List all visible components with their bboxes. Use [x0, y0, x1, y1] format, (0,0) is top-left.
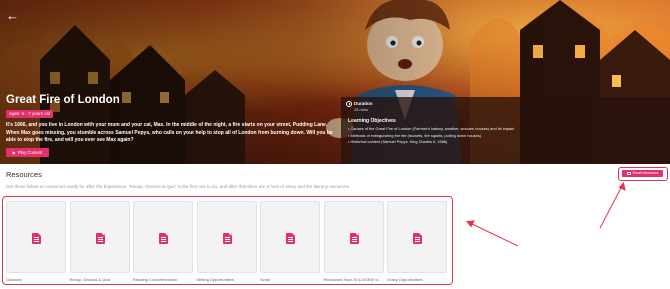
resource-card-oracy[interactable]: Oracy Opportunities — [387, 201, 447, 287]
document-icon — [286, 233, 295, 244]
document-icon — [95, 233, 105, 244]
age-badge: Ages: 5 - 7 years old — [6, 110, 54, 118]
document-icon — [222, 233, 232, 244]
arrowhead-icon — [466, 220, 475, 228]
arrowhead-icon — [618, 181, 626, 191]
clock-icon — [346, 101, 352, 107]
resource-card-label: Glossary — [6, 277, 22, 282]
back-arrow-icon[interactable]: ← — [6, 9, 20, 23]
resource-card-script[interactable]: Script — [260, 201, 320, 287]
resource-card-howto[interactable]: Resources How-To & NSEW vi... — [323, 201, 384, 287]
email-resources-highlight: Email resources — [618, 167, 668, 181]
hero-banner: ← Great Fire of London Ages: 5 - 7 years… — [0, 0, 670, 164]
duration-label: Duration — [354, 101, 373, 106]
play-content-button[interactable]: ▶ Play Content — [6, 148, 49, 157]
resource-card-label: Reading Comprehension — [133, 277, 178, 282]
resource-card-label: Oracy Opportunities — [387, 277, 423, 282]
play-content-label: Play Content — [17, 150, 43, 155]
page-title: Great Fire of London — [6, 94, 120, 106]
objective-item: Causes of the Great Fire of London (Farr… — [348, 126, 514, 133]
duration-value: 25 mins — [354, 107, 369, 112]
document-icon — [413, 233, 422, 244]
resource-card-recap[interactable]: Recap, Discuss & Quiz — [69, 201, 130, 287]
learning-objectives-title: Learning Objectives — [348, 118, 396, 124]
document-icon — [159, 233, 168, 244]
play-icon: ▶ — [12, 150, 16, 155]
objective-item: Historical context (Samuel Pepys, King C… — [348, 139, 514, 146]
resource-card-label: Writing Opportunities — [196, 277, 234, 282]
document-icon — [349, 233, 359, 244]
email-resources-button[interactable]: Email resources — [622, 170, 663, 177]
arrow-to-email-button — [599, 185, 623, 229]
resource-card-label: Script — [260, 277, 271, 282]
resource-card-writing[interactable]: Writing Opportunities — [196, 201, 257, 287]
resource-card-label: Recap, Discuss & Quiz — [69, 277, 111, 282]
resource-card-glossary[interactable]: Glossary — [6, 201, 66, 287]
resource-card-label: Resources How-To & NSEW vi... — [323, 277, 382, 282]
resources-subtitle: Get these follow-on resources ready for … — [6, 184, 351, 189]
resources-heading: Resources — [6, 170, 42, 179]
arrow-to-resources — [469, 222, 519, 247]
mail-icon — [626, 172, 631, 175]
info-panel: Duration 25 mins Learning Objectives Cau… — [341, 97, 670, 164]
resource-card-reading[interactable]: Reading Comprehension — [133, 201, 193, 287]
experience-description: It's 1666, and you live in London with y… — [6, 122, 333, 144]
learning-objectives-list: Causes of the Great Fire of London (Farr… — [348, 126, 514, 146]
document-icon — [32, 233, 41, 244]
email-resources-label: Email resources — [632, 171, 659, 175]
